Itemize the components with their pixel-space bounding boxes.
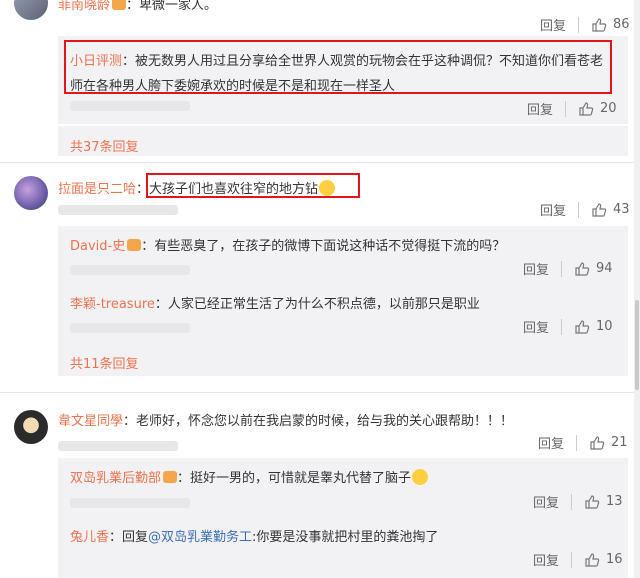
vip-badge-icon [127,239,142,251]
scrollbar-thumb[interactable] [635,300,639,390]
divider [578,201,580,218]
reply-button[interactable]: 回复 [540,200,566,219]
like-count: 16 [606,552,623,567]
comment-author[interactable]: 菲南晓龄 [58,0,110,13]
like-count: 10 [596,319,613,334]
reply-text-row: 李颖-treasure：人家已经正常生活了为什么不积点德，以前那只是职业 [70,293,480,312]
divider [578,16,580,33]
reply-button[interactable]: 回复 [540,15,566,34]
timestamp-placeholder [58,441,178,451]
timestamp-placeholder [70,265,190,275]
highlight-box [146,173,360,198]
like-count: 86 [613,17,630,32]
like-count: 21 [611,435,628,450]
thumbs-up-icon[interactable] [574,261,590,277]
like-count: 13 [606,494,623,509]
reply-actions: 回复 13 [533,492,623,511]
thumbs-up-icon[interactable] [591,17,607,33]
timestamp-placeholder [58,205,178,215]
avatar[interactable] [14,176,48,210]
divider [571,493,573,510]
avatar[interactable] [14,410,48,444]
divider [565,100,567,117]
thumbs-up-icon[interactable] [574,319,590,335]
thumbs-up-icon[interactable] [584,552,600,568]
reply-button[interactable]: 回复 [523,317,549,336]
reply-text: ：有些恶臭了，在孩子的微博下面说这种话不觉得挺下流的吗？ [141,239,506,254]
thumbs-up-icon[interactable] [578,101,594,117]
reply-author[interactable]: David-史 [70,239,125,254]
reply-actions: 回复 20 [527,99,617,118]
reply-button[interactable]: 回复 [533,550,559,569]
reply-actions: 回复 10 [523,317,613,336]
like-count: 43 [613,202,630,217]
comment-actions: 回复 43 [540,200,630,219]
reply-author[interactable]: 双岛乳業后勤部 [70,471,161,486]
reply-actions: 回复 94 [523,259,613,278]
like-count: 94 [596,261,613,276]
divider [561,260,563,277]
reply-text: ：挺好一男的，可惜就是睾丸代替了脑子 [177,471,412,486]
reply-button[interactable]: 回复 [538,433,564,452]
scrollbar-track[interactable] [634,0,640,578]
divider [0,162,640,163]
avatar[interactable] [14,0,48,20]
like-count: 20 [600,101,617,116]
comment-text: ：卑微一家人。 [126,0,218,13]
vip-badge-icon [112,0,127,10]
timestamp-placeholder [70,101,190,111]
comment-text-row: 菲南晓龄 ：卑微一家人。 [58,0,217,13]
reply-text-row: 双岛乳業后勤部 ：挺好一男的，可惜就是睾丸代替了脑子 [70,467,429,486]
thumbs-up-icon[interactable] [584,494,600,510]
mention-link[interactable]: @双岛乳業勤务工 [148,530,252,545]
timestamp-placeholder [70,323,190,333]
comment-actions: 回复 86 [540,15,630,34]
more-replies-link[interactable]: 共37条回复 [70,136,139,155]
emoji-icon [412,469,429,485]
reply-button[interactable]: 回复 [523,259,549,278]
thumbs-up-icon[interactable] [591,202,607,218]
thumbs-up-icon[interactable] [589,435,605,451]
reply-prefix: ：回复 [109,530,149,545]
reply-text: :你要是没事就把村里的粪池掏了 [252,530,439,545]
more-replies-link[interactable]: 共11条回复 [70,353,139,372]
timestamp-placeholder [70,498,190,508]
more-replies-row [58,126,628,156]
highlight-box [64,40,612,94]
divider [576,434,578,451]
divider [571,551,573,568]
reply-button[interactable]: 回复 [527,99,553,118]
reply-actions: 回复 16 [533,550,623,569]
comment-actions: 回复 21 [538,433,628,452]
reply-author[interactable]: 兔儿香 [70,530,109,545]
comment-author[interactable]: 韋文星同學 [58,414,123,429]
comment-text: ：老师好，怀念您以前在我启蒙的时候，给与我的关心跟帮助！！！ [123,414,514,429]
reply-text-row: 兔儿香：回复@双岛乳業勤务工:你要是没事就把村里的粪池掏了 [70,526,438,545]
vip-badge-icon [163,471,178,483]
reply-text-row: David-史 ：有些恶臭了，在孩子的微博下面说这种话不觉得挺下流的吗？ [70,235,505,254]
reply-text: ：人家已经正常生活了为什么不积点德，以前那只是职业 [154,297,480,312]
comment-text-row: 韋文星同學：老师好，怀念您以前在我启蒙的时候，给与我的关心跟帮助！！！ [58,410,513,429]
reply-author[interactable]: 李颖-treasure [70,297,155,312]
comment-author[interactable]: 拉面是只二哈 [58,182,136,197]
reply-button[interactable]: 回复 [533,492,559,511]
divider [561,318,563,335]
divider [0,392,640,393]
